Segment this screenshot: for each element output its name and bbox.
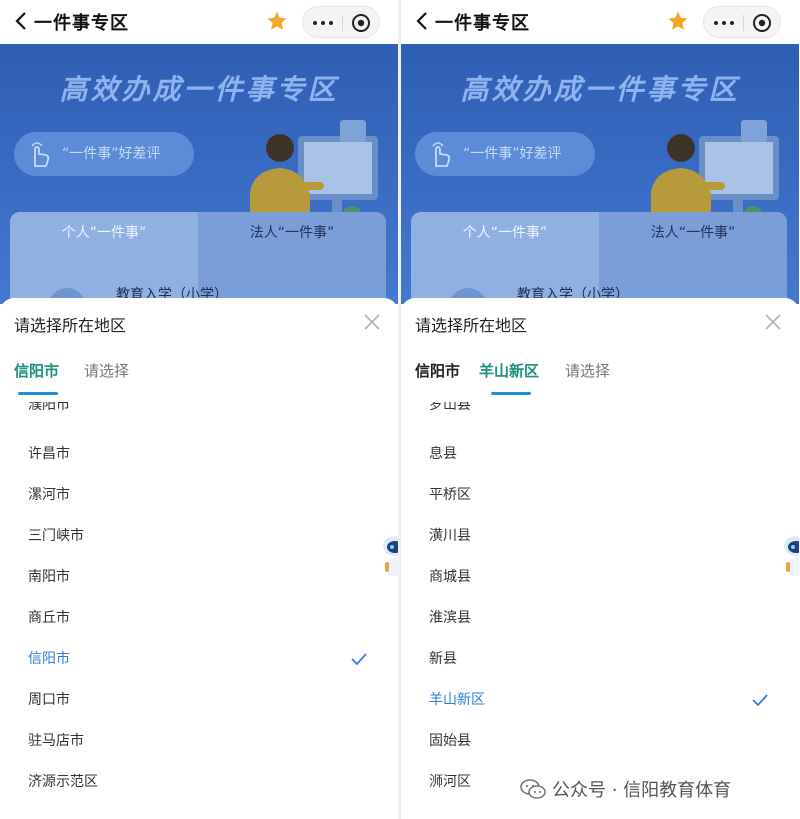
list-item[interactable]: 周口市 xyxy=(28,689,70,709)
page-title: 一件事专区 xyxy=(435,13,530,34)
target-icon[interactable] xyxy=(752,13,772,33)
close-icon[interactable] xyxy=(362,312,382,332)
nav-bar: 一件事专区 xyxy=(401,0,799,44)
list-item[interactable]: 南阳市 xyxy=(28,566,70,586)
back-icon[interactable] xyxy=(415,11,429,31)
list-item[interactable]: 息县 xyxy=(429,443,457,463)
watermark-text: 公众号 · 信阳教育体育 xyxy=(552,780,732,801)
crumb-city[interactable]: 信阳市 xyxy=(14,360,59,381)
list-item[interactable]: 濮阳市 xyxy=(28,402,70,414)
robot-icon[interactable] xyxy=(381,534,398,582)
crumb-active-underline xyxy=(18,392,58,395)
region-picker-sheet: 请选择所在地区 信阳市 请选择 濮阳市 许昌市 漯河市 三门峡市 南阳市 商丘市… xyxy=(0,298,398,819)
list-item[interactable]: 商丘市 xyxy=(28,607,70,627)
star-icon[interactable] xyxy=(667,10,689,32)
check-icon xyxy=(351,653,367,666)
crumb-pending[interactable]: 请选择 xyxy=(565,360,610,381)
mini-program-capsule xyxy=(302,6,380,38)
crumb-pending[interactable]: 请选择 xyxy=(84,360,129,381)
mini-program-capsule xyxy=(703,6,781,38)
page-title: 一件事专区 xyxy=(34,13,129,34)
tab-legal[interactable]: 法人“一件事” xyxy=(599,222,787,242)
check-icon xyxy=(752,694,768,707)
list-item-selected[interactable]: 羊山新区 xyxy=(429,689,485,709)
sheet-title: 请选择所在地区 xyxy=(415,316,528,335)
list-item[interactable]: 商城县 xyxy=(429,566,471,586)
crumb-active-underline xyxy=(491,392,531,395)
review-button[interactable]: “一件事”好差评 xyxy=(415,132,595,176)
banner-title: 高效办成一件事专区 xyxy=(59,73,339,106)
robot-icon[interactable] xyxy=(782,534,799,582)
region-list[interactable]: 罗山县 息县 平桥区 潢川县 商城县 淮滨县 新县 羊山新区 固始县 浉河区 xyxy=(401,402,799,792)
right-screen: 一件事专区 高效办成一件事专区 “一件事”好差评 个人“一件事” 法人“一件事”… xyxy=(401,0,799,819)
list-item[interactable]: 漯河市 xyxy=(28,484,70,504)
crumb-city[interactable]: 信阳市 xyxy=(415,360,460,381)
back-icon[interactable] xyxy=(14,11,28,31)
list-item[interactable]: 浉河区 xyxy=(429,771,471,791)
hand-icon xyxy=(432,142,451,167)
banner: 高效办成一件事专区 “一件事”好差评 个人“一件事” 法人“一件事” 教育入学（… xyxy=(401,44,799,326)
list-item[interactable]: 新县 xyxy=(429,648,457,668)
list-item[interactable]: 固始县 xyxy=(429,730,471,750)
list-item[interactable]: 许昌市 xyxy=(28,443,70,463)
capsule-divider xyxy=(743,15,744,31)
capsule-divider xyxy=(342,15,343,31)
banner: 高效办成一件事专区 “一件事”好差评 个人“一件事” 法人“一件事” 教育入学（… xyxy=(0,44,398,326)
wechat-icon xyxy=(520,779,546,799)
review-button[interactable]: “一件事”好差评 xyxy=(14,132,194,176)
tab-legal[interactable]: 法人“一件事” xyxy=(198,222,386,242)
review-label: “一件事”好差评 xyxy=(62,146,161,162)
banner-title: 高效办成一件事专区 xyxy=(460,73,740,106)
tab-personal[interactable]: 个人“一件事” xyxy=(411,222,599,242)
list-item[interactable]: 平桥区 xyxy=(429,484,471,504)
close-icon[interactable] xyxy=(763,312,783,332)
list-item[interactable]: 济源示范区 xyxy=(28,771,98,791)
more-icon[interactable] xyxy=(313,21,337,25)
list-item[interactable]: 淮滨县 xyxy=(429,607,471,627)
list-item-selected[interactable]: 信阳市 xyxy=(28,648,70,668)
list-item[interactable]: 罗山县 xyxy=(429,402,471,414)
list-item[interactable]: 三门峡市 xyxy=(28,525,84,545)
review-label: “一件事”好差评 xyxy=(463,146,562,162)
nav-bar: 一件事专区 xyxy=(0,0,398,44)
tab-personal[interactable]: 个人“一件事” xyxy=(10,222,198,242)
list-item[interactable]: 潢川县 xyxy=(429,525,471,545)
left-screen: 一件事专区 高效办成一件事专区 “一件事”好差评 个人“一件事” 法人“一件事”… xyxy=(0,0,398,819)
region-picker-sheet: 请选择所在地区 信阳市 羊山新区 请选择 罗山县 息县 平桥区 潢川县 商城县 … xyxy=(401,298,799,819)
target-icon[interactable] xyxy=(351,13,371,33)
list-item[interactable]: 驻马店市 xyxy=(28,730,84,750)
sheet-title: 请选择所在地区 xyxy=(14,316,127,335)
star-icon[interactable] xyxy=(266,10,288,32)
hand-icon xyxy=(31,142,50,167)
more-icon[interactable] xyxy=(714,21,738,25)
region-list[interactable]: 濮阳市 许昌市 漯河市 三门峡市 南阳市 商丘市 信阳市 周口市 驻马店市 济源… xyxy=(0,402,398,792)
crumb-district[interactable]: 羊山新区 xyxy=(479,360,539,381)
